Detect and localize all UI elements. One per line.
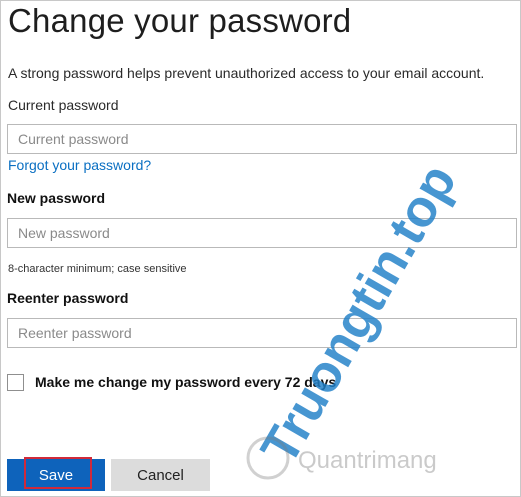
intro-text: A strong password helps prevent unauthor… xyxy=(8,65,485,81)
reenter-password-label: Reenter password xyxy=(7,290,129,306)
cancel-button[interactable]: Cancel xyxy=(111,459,210,491)
save-button[interactable]: Save xyxy=(7,457,105,491)
new-password-input[interactable] xyxy=(7,218,517,248)
password-expiry-checkbox[interactable] xyxy=(7,374,24,391)
focus-highlight xyxy=(24,457,92,489)
forgot-password-link[interactable]: Forgot your password? xyxy=(8,157,151,173)
page-title: Change your password xyxy=(8,2,352,39)
current-password-input[interactable] xyxy=(7,124,517,154)
password-expiry-label[interactable]: Make me change my password every 72 days xyxy=(35,374,336,390)
password-requirements-hint: 8-character minimum; case sensitive xyxy=(8,263,187,275)
reenter-password-input[interactable] xyxy=(7,318,517,348)
current-password-label: Current password xyxy=(8,97,119,113)
new-password-label: New password xyxy=(7,190,106,206)
